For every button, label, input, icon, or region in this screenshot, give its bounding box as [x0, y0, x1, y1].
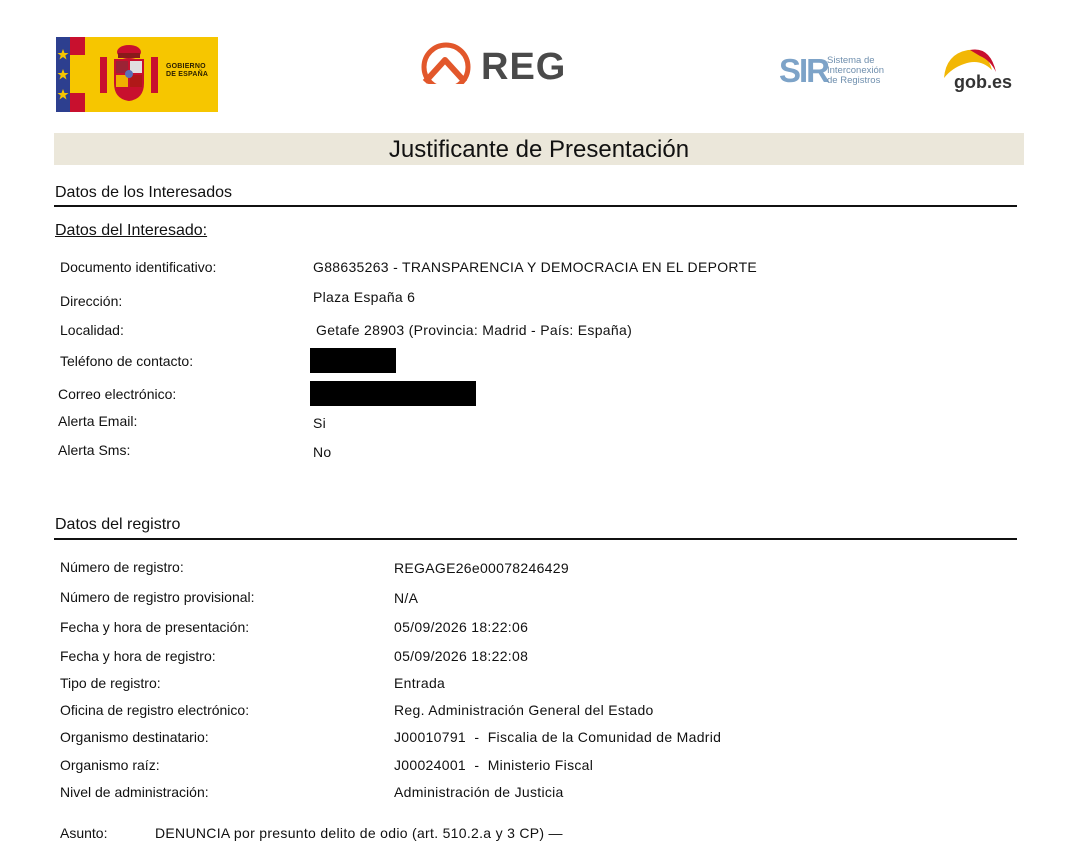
nivel-value: Administración de Justicia	[394, 784, 564, 800]
correo-redaction	[310, 381, 476, 406]
asunto-label: Asunto:	[60, 825, 108, 841]
oficina-value: Reg. Administración General del Estado	[394, 702, 654, 718]
organismo-raiz-label: Organismo raíz:	[60, 757, 160, 773]
numero-registro-label: Número de registro:	[60, 559, 184, 575]
registro-section-title: Datos del registro	[55, 516, 181, 533]
gobierno-logo-text: GOBIERNO DE ESPAÑA	[166, 63, 209, 78]
sir-logo-mark: SIR	[779, 52, 830, 89]
destinatario-label: Organismo destinatario:	[60, 729, 209, 745]
telefono-label: Teléfono de contacto:	[60, 353, 194, 369]
nivel-label: Nivel de administración:	[60, 784, 209, 800]
localidad-label: Localidad:	[60, 322, 124, 338]
sir-logo-text: Sistema de Interconexión de Registros	[827, 55, 885, 86]
oficina-label: Oficina de registro electrónico:	[60, 702, 250, 718]
numero-provisional-label: Número de registro provisional:	[60, 589, 255, 605]
section-divider	[54, 205, 1017, 207]
alerta-sms-value: No	[313, 444, 332, 460]
documento-value: G88635263 - TRANSPARENCIA Y DEMOCRACIA E…	[313, 259, 758, 275]
correo-label: Correo electrónico:	[58, 386, 177, 402]
direccion-value: Plaza España 6	[313, 289, 416, 305]
page-title: Justificante de Presentación	[388, 136, 690, 163]
fecha-presentacion-label: Fecha y hora de presentación:	[60, 619, 250, 635]
numero-registro-value: REGAGE26e00078246429	[394, 560, 569, 576]
destinatario-value: J00010791 - Fiscalia de la Comunidad de …	[394, 729, 722, 745]
fecha-presentacion-value: 05/09/2026 18:22:06	[394, 619, 529, 635]
numero-provisional-value: N/A	[394, 590, 419, 606]
gob-es-logo: gob.es	[940, 48, 1020, 96]
coat-of-arms-icon	[100, 45, 158, 101]
telefono-redaction	[310, 348, 396, 373]
title-bar: Justificante de Presentación	[54, 133, 1024, 165]
documento-label: Documento identificativo:	[60, 259, 217, 275]
reg-mountain-icon	[419, 42, 475, 96]
sir-logo: SIR Sistema de Interconexión de Registro…	[779, 52, 899, 92]
section-divider	[54, 538, 1017, 540]
tipo-registro-value: Entrada	[394, 675, 446, 691]
tipo-registro-label: Tipo de registro:	[60, 675, 161, 691]
alerta-email-label: Alerta Email:	[58, 413, 138, 429]
gob-es-logo-text: gob.es	[954, 72, 1013, 92]
alerta-sms-label: Alerta Sms:	[58, 442, 131, 458]
interesados-section-title: Datos de los Interesados	[55, 184, 232, 201]
interesado-subsection-title: Datos del Interesado:	[55, 222, 208, 239]
fecha-registro-value: 05/09/2026 18:22:08	[394, 648, 529, 664]
organismo-raiz-value: J00024001 - Ministerio Fiscal	[394, 757, 594, 773]
reg-logo: REG	[419, 40, 569, 96]
reg-logo-text: REG	[481, 46, 567, 88]
localidad-value: Getafe 28903 (Provincia: Madrid - País: …	[316, 322, 633, 338]
gobierno-de-espana-logo: GOBIERNO DE ESPAÑA	[56, 37, 218, 112]
alerta-email-value: Si	[313, 415, 327, 431]
fecha-registro-label: Fecha y hora de registro:	[60, 648, 216, 664]
eu-flag-strip-icon	[56, 37, 85, 112]
direccion-label: Dirección:	[60, 293, 123, 309]
asunto-value: DENUNCIA por presunto delito de odio (ar…	[155, 825, 563, 841]
